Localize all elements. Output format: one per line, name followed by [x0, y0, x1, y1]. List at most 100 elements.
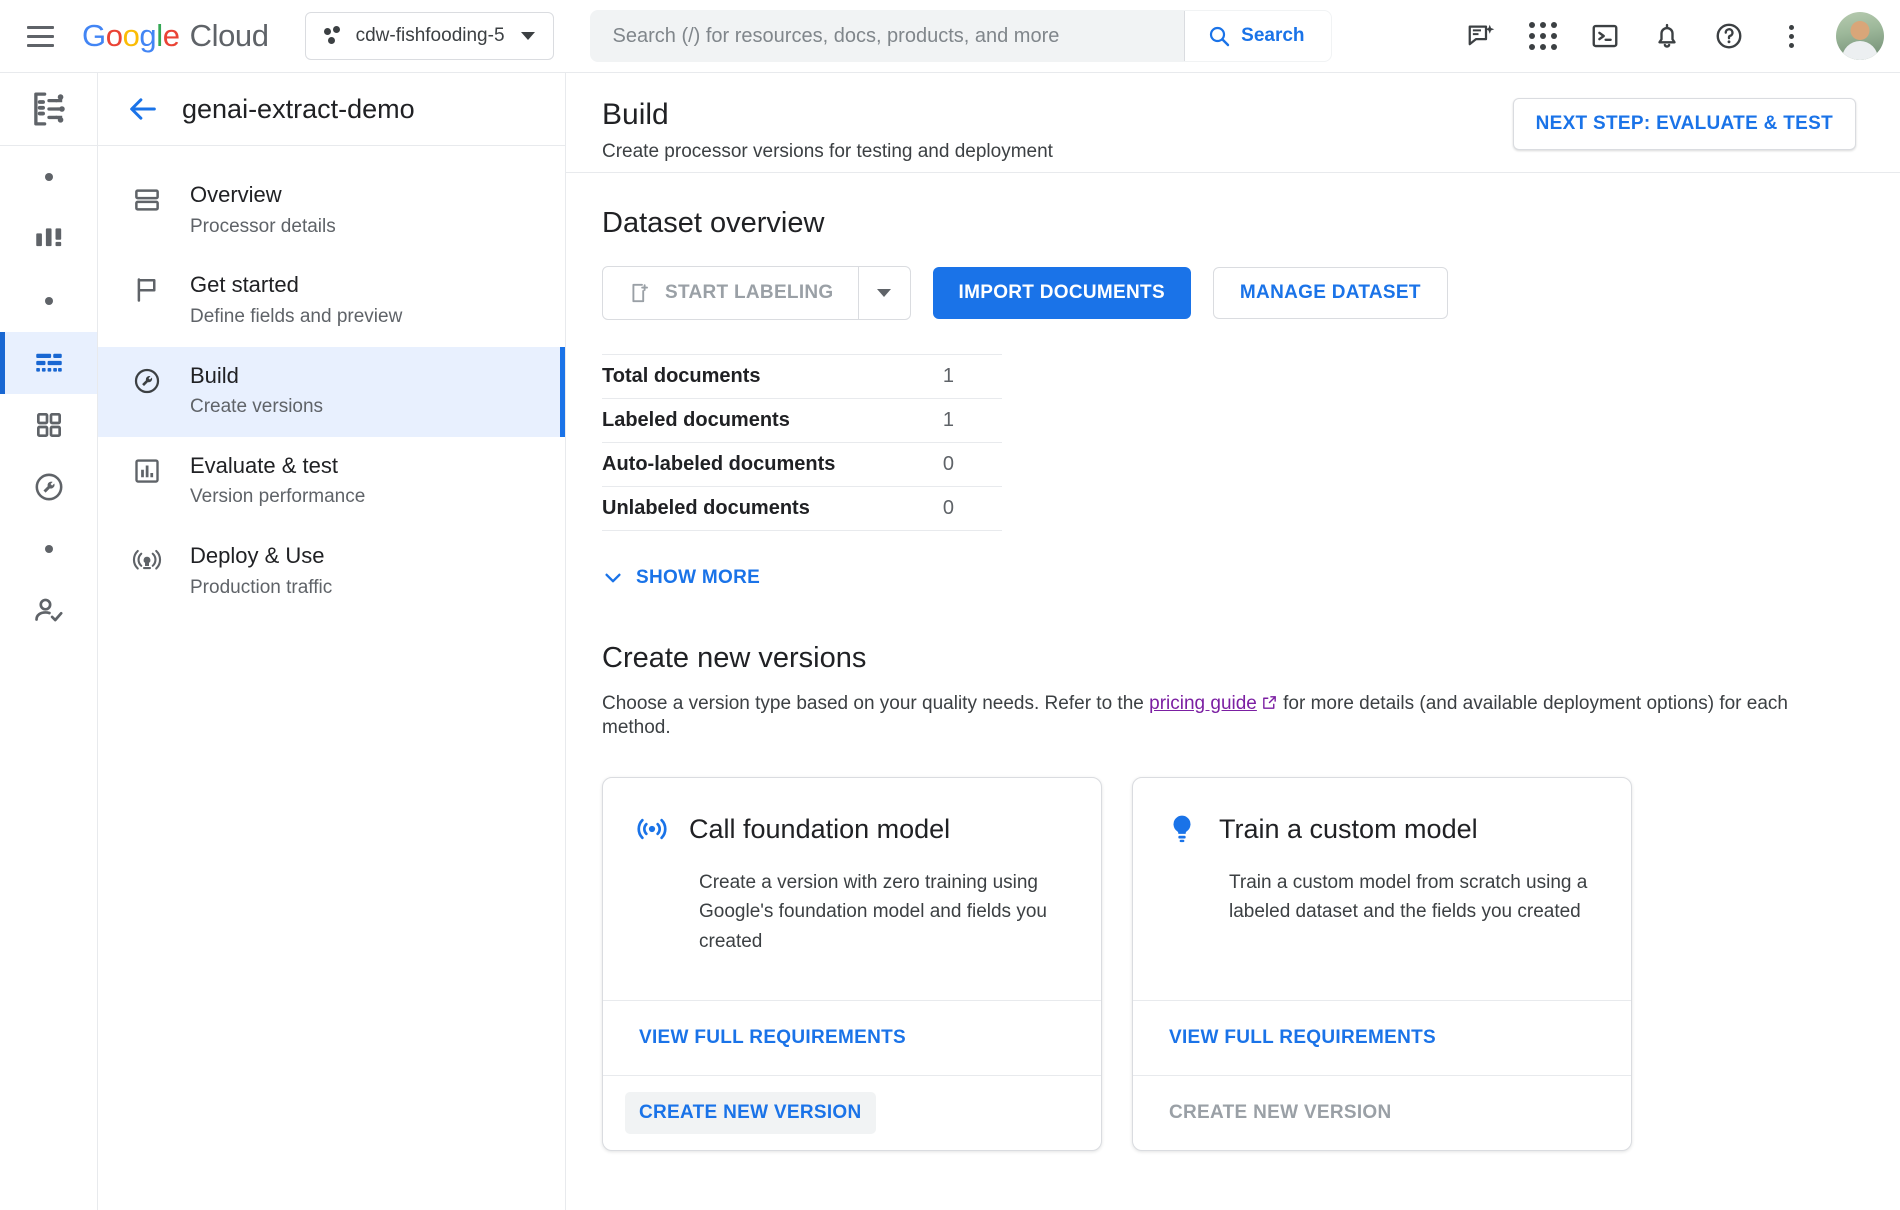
start-labeling-split-button[interactable]: START LABELING — [602, 266, 911, 320]
top-app-bar: Google Cloud cdw-fishfooding-5 Search — [0, 0, 1900, 73]
project-dots-icon — [323, 26, 344, 46]
card-create-row: CREATE NEW VERSION — [603, 1075, 1101, 1150]
broadcast-icon — [635, 812, 669, 846]
document-ai-icon[interactable] — [0, 73, 97, 146]
table-row: Unlabeled documents 0 — [602, 487, 1002, 531]
dataset-stats-table: Total documents 1 Labeled documents 1 Au… — [602, 354, 1002, 531]
sidebar-item-evaluate-test[interactable]: Evaluate & test Version performance — [98, 437, 565, 527]
create-versions-description: Choose a version type based on your qual… — [602, 693, 1856, 739]
chevron-down-icon — [605, 573, 621, 583]
show-more-button[interactable]: SHOW MORE — [602, 567, 760, 589]
rail-item-processors[interactable] — [0, 332, 97, 394]
stat-value: 1 — [942, 365, 954, 387]
build-subtitle: Create processor versions for testing an… — [602, 141, 1053, 162]
sidebar-item-sublabel: Processor details — [190, 215, 336, 237]
rail-item-dashboard[interactable] — [0, 208, 97, 270]
description-pre: Choose a version type based on your qual… — [602, 693, 1150, 714]
page-title: genai-extract-demo — [182, 93, 415, 124]
card-title: Call foundation model — [689, 813, 951, 844]
start-labeling-dropdown-button[interactable] — [857, 267, 910, 319]
import-documents-button[interactable]: IMPORT DOCUMENTS — [932, 267, 1191, 319]
project-selector[interactable]: cdw-fishfooding-5 — [304, 12, 554, 60]
sidebar-item-label: Deploy & Use — [190, 543, 325, 569]
stat-key: Auto-labeled documents — [602, 453, 836, 475]
broadcast-icon — [130, 542, 164, 576]
kebab-more-icon[interactable] — [1764, 9, 1818, 63]
external-link-icon — [1261, 694, 1278, 717]
search-icon — [1210, 26, 1230, 47]
rail-dot-1 — [0, 146, 97, 208]
processor-sidebar: genai-extract-demo Overview Processor de… — [98, 73, 566, 1210]
processor-nav-list: Overview Processor details Get started D… — [98, 146, 565, 617]
sidebar-item-get-started[interactable]: Get started Define fields and preview — [98, 256, 565, 346]
build-title: Build — [602, 98, 669, 131]
card-create-row: CREATE NEW VERSION — [1133, 1075, 1631, 1150]
stat-key: Total documents — [602, 365, 761, 387]
cloud-shell-terminal-icon[interactable] — [1578, 9, 1632, 63]
processor-sidebar-header: genai-extract-demo — [98, 73, 565, 146]
rail-item-custom[interactable] — [0, 456, 97, 518]
project-name: cdw-fishfooding-5 — [355, 25, 505, 46]
chevron-down-icon — [520, 32, 535, 40]
lightbulb-icon — [1165, 812, 1199, 846]
card-header: Train a custom model — [1165, 812, 1599, 846]
bar-chart-icon — [130, 452, 164, 486]
version-type-cards: Call foundation model Create a version w… — [602, 777, 1856, 1151]
apps-grid-icon[interactable] — [1516, 9, 1570, 63]
show-more-label: SHOW MORE — [636, 567, 761, 588]
sidebar-item-sublabel: Define fields and preview — [190, 305, 403, 327]
sidebar-item-label: Build — [190, 362, 239, 388]
top-bar-icons — [1454, 9, 1884, 63]
search-button[interactable]: Search — [1184, 11, 1331, 61]
search-button-label: Search — [1241, 25, 1305, 46]
card-requirements-row: VIEW FULL REQUIREMENTS — [603, 1000, 1101, 1075]
flag-icon — [130, 271, 164, 305]
table-row: Auto-labeled documents 0 — [602, 443, 1002, 487]
table-row: Labeled documents 1 — [602, 399, 1002, 443]
label-add-icon — [632, 283, 648, 303]
hamburger-icon[interactable] — [14, 10, 66, 62]
search-input[interactable] — [590, 24, 1185, 48]
sidebar-item-label: Evaluate & test — [190, 452, 338, 478]
card-title: Train a custom model — [1219, 813, 1478, 844]
sidebar-item-sublabel: Create versions — [190, 396, 324, 418]
rail-item-gallery[interactable] — [0, 394, 97, 456]
table-row: Total documents 1 — [602, 354, 1002, 399]
sidebar-item-overview[interactable]: Overview Processor details — [98, 166, 565, 256]
view-full-requirements-button[interactable]: VIEW FULL REQUIREMENTS — [625, 1017, 920, 1059]
card-description: Create a version with zero training usin… — [699, 872, 1047, 952]
wrench-circle-icon — [130, 362, 164, 396]
sidebar-item-sublabel: Version performance — [190, 486, 366, 508]
pricing-guide-link[interactable]: pricing guide — [1149, 693, 1257, 714]
view-full-requirements-button[interactable]: VIEW FULL REQUIREMENTS — [1155, 1017, 1450, 1059]
back-arrow-icon[interactable] — [126, 92, 160, 126]
build-body: Dataset overview START LABELING IMPORT D… — [566, 173, 1900, 1151]
start-labeling-label: START LABELING — [665, 282, 834, 303]
card-call-foundation-model: Call foundation model Create a version w… — [602, 777, 1102, 1151]
rail-item-labeling[interactable] — [0, 580, 97, 642]
avatar[interactable] — [1836, 12, 1884, 60]
stat-value: 1 — [942, 409, 954, 431]
page-body: genai-extract-demo Overview Processor de… — [0, 73, 1900, 1210]
card-train-custom-model: Train a custom model Train a custom mode… — [1132, 777, 1632, 1151]
stat-key: Labeled documents — [602, 409, 790, 431]
chevron-down-icon — [877, 289, 892, 297]
card-header: Call foundation model — [635, 812, 1069, 846]
sidebar-item-deploy-use[interactable]: Deploy & Use Production traffic — [98, 527, 565, 617]
google-cloud-logo[interactable]: Google Cloud — [82, 18, 269, 54]
gemini-chat-icon[interactable] — [1454, 9, 1508, 63]
create-new-version-button: CREATE NEW VERSION — [1155, 1092, 1406, 1134]
sidebar-item-build[interactable]: Build Create versions — [98, 346, 565, 438]
dataset-action-row: START LABELING IMPORT DOCUMENTS MANAGE D… — [602, 266, 1856, 320]
sidebar-item-sublabel: Production traffic — [190, 576, 333, 598]
next-step-evaluate-test-button[interactable]: NEXT STEP: EVALUATE & TEST — [1512, 98, 1856, 150]
global-search[interactable]: Search — [589, 10, 1332, 62]
start-labeling-button: START LABELING — [603, 267, 858, 319]
manage-dataset-button[interactable]: MANAGE DATASET — [1212, 267, 1448, 319]
create-new-version-button[interactable]: CREATE NEW VERSION — [625, 1092, 876, 1134]
notifications-bell-icon[interactable] — [1640, 9, 1694, 63]
overview-rows-icon — [130, 181, 164, 215]
create-versions-heading: Create new versions — [602, 642, 867, 674]
help-question-icon[interactable] — [1702, 9, 1756, 63]
stat-value: 0 — [942, 453, 954, 475]
